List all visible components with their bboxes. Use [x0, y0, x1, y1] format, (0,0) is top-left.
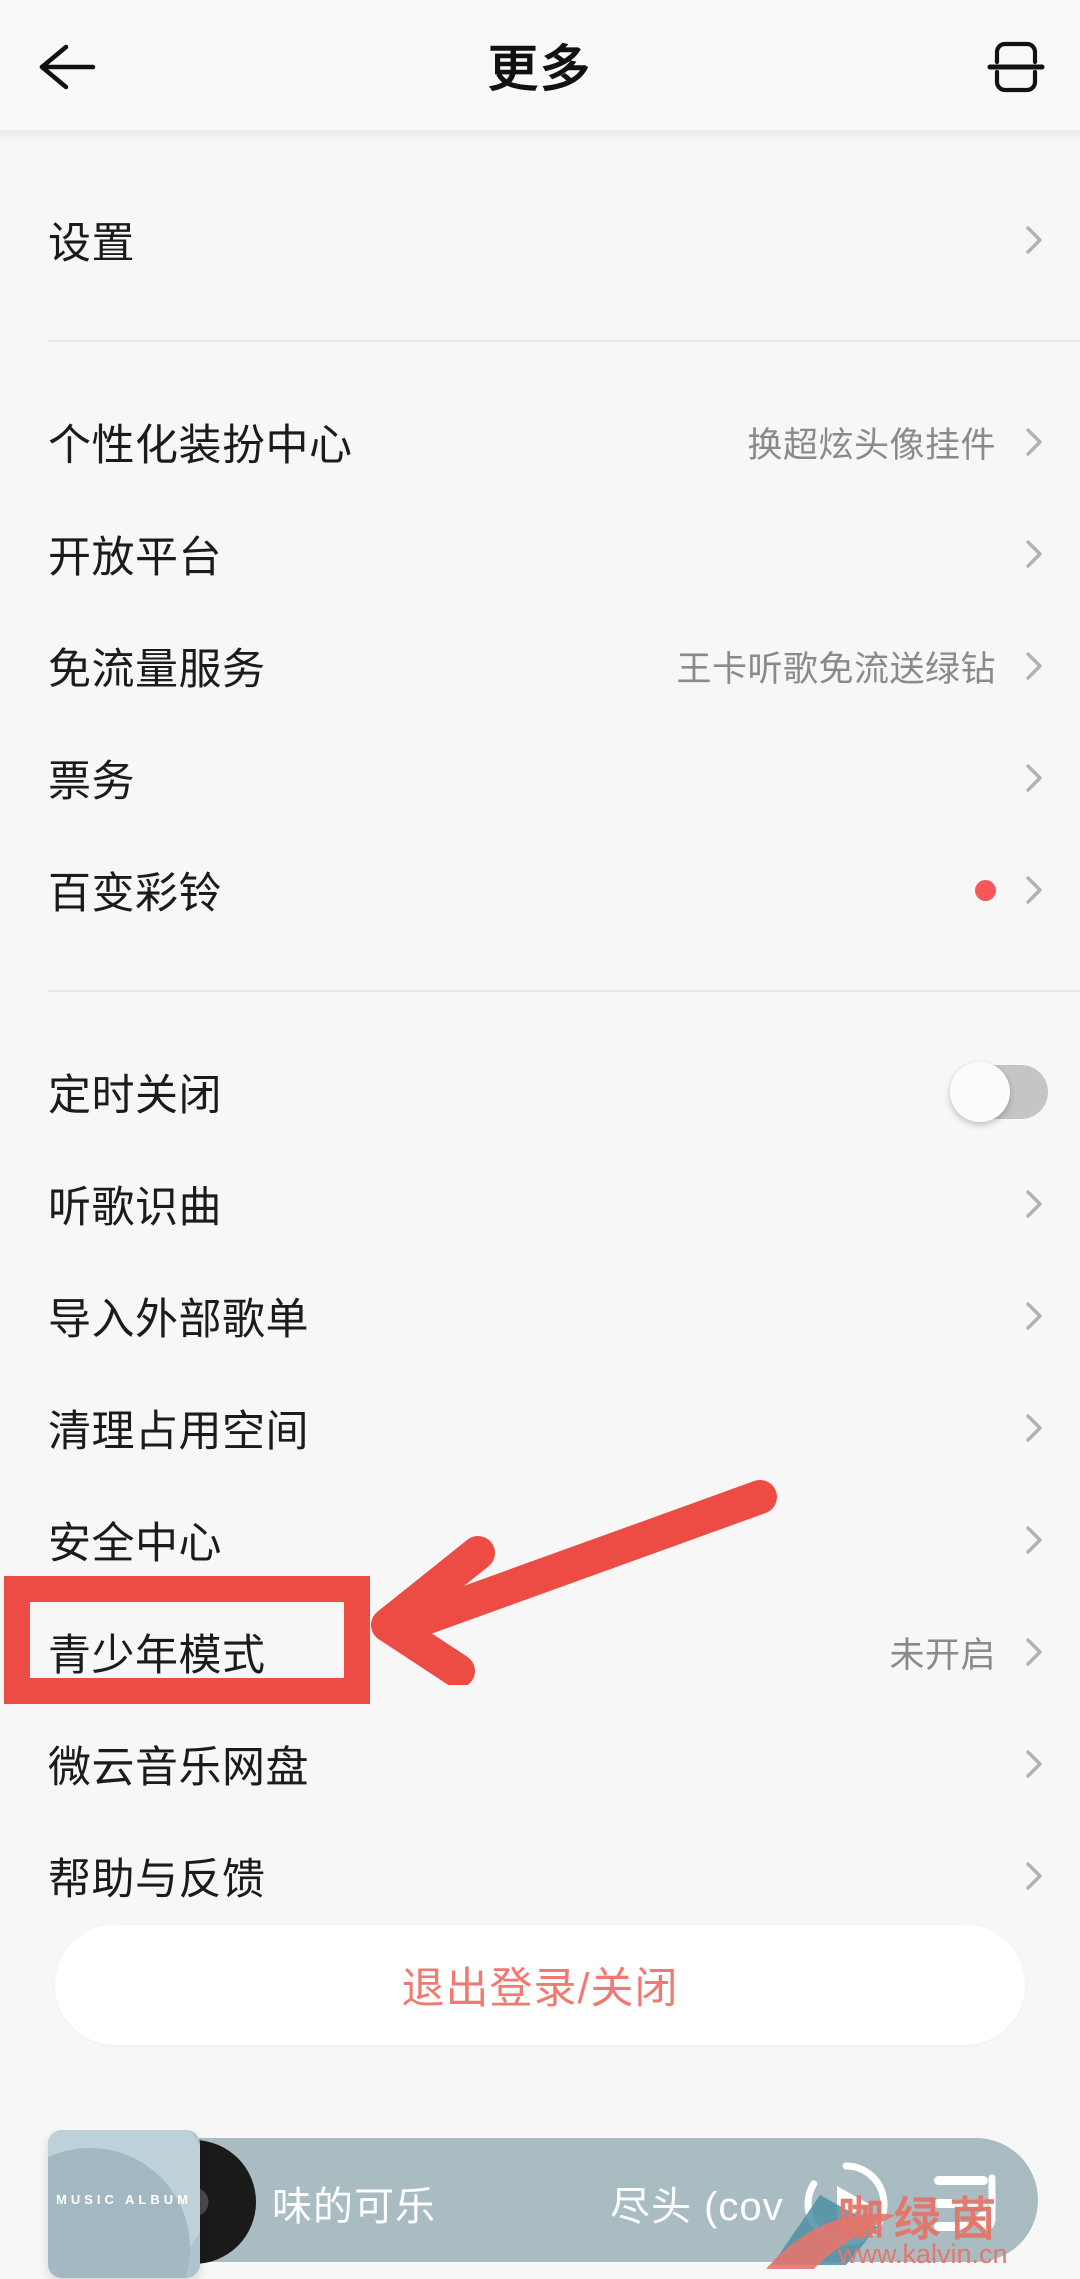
row-accessory [1014, 220, 1054, 260]
group-spacer-3 [0, 946, 1080, 990]
sidebar-item-open-platform[interactable]: 开放平台 [0, 498, 1080, 610]
sidebar-item-ticketing[interactable]: 票务 [0, 722, 1080, 834]
chevron-right-icon [1026, 1750, 1042, 1778]
unread-badge-dot [975, 879, 996, 901]
app-header: 更多 [0, 0, 1080, 130]
row-accessory: 王卡听歌免流送绿钻 [676, 641, 1054, 692]
toggle-knob [950, 1062, 1010, 1122]
row-value: 换超炫头像挂件 [747, 425, 996, 465]
logout-button[interactable]: 退出登录/关闭 [55, 1925, 1025, 2045]
chevron-right-icon [1026, 1526, 1042, 1554]
mini-player-bar [118, 2138, 1038, 2262]
row-label: 清理占用空间 [48, 1408, 309, 1456]
music-note-head [975, 2211, 995, 2231]
settings-list: 设置 个性化装扮中心 换超炫头像挂件 开放平台 免流量服务 王卡听歌免流送绿钻 [0, 140, 1080, 1932]
list-top-spacer [0, 140, 1080, 184]
row-label: 票务 [48, 758, 135, 806]
chevron-right-icon [1026, 540, 1042, 568]
page-title: 更多 [488, 41, 592, 97]
sidebar-item-personalization-center[interactable]: 个性化装扮中心 换超炫头像挂件 [0, 386, 1080, 498]
row-label: 免流量服务 [48, 646, 266, 694]
row-accessory [975, 870, 1054, 910]
row-accessory [1014, 534, 1054, 574]
row-label: 定时关闭 [48, 1072, 222, 1120]
row-label: 导入外部歌单 [48, 1296, 309, 1344]
sidebar-item-settings[interactable]: 设置 [0, 184, 1080, 296]
sidebar-item-free-data-service[interactable]: 免流量服务 王卡听歌免流送绿钻 [0, 610, 1080, 722]
album-art[interactable]: MUSIC ALBUM [48, 2130, 200, 2278]
chevron-right-icon [1026, 1862, 1042, 1890]
chevron-right-icon [1026, 1638, 1042, 1666]
row-label: 帮助与反馈 [48, 1856, 266, 1904]
logout-label: 退出登录/关闭 [401, 1965, 679, 2013]
header-shadow [0, 130, 1080, 140]
now-playing-title: 味的可乐 [272, 2185, 436, 2229]
row-accessory [1014, 1744, 1054, 1784]
sidebar-item-security-center[interactable]: 安全中心 [0, 1484, 1080, 1596]
play-icon [837, 2186, 869, 2222]
sidebar-item-help-feedback[interactable]: 帮助与反馈 [0, 1820, 1080, 1932]
chevron-right-icon [1026, 428, 1042, 456]
row-accessory [1014, 1520, 1054, 1560]
row-value: 王卡听歌免流送绿钻 [676, 649, 996, 689]
sidebar-item-teen-mode[interactable]: 青少年模式 未开启 [0, 1596, 1080, 1708]
sidebar-item-sleep-timer[interactable]: 定时关闭 [0, 1036, 1080, 1148]
sidebar-item-ringtone[interactable]: 百变彩铃 [0, 834, 1080, 946]
chevron-right-icon [1026, 876, 1042, 904]
row-label: 青少年模式 [48, 1632, 266, 1680]
row-label: 设置 [48, 220, 135, 268]
playlist-line-3 [934, 2222, 970, 2231]
row-label: 个性化装扮中心 [48, 422, 353, 470]
row-accessory [1014, 1184, 1054, 1224]
chevron-right-icon [1026, 652, 1042, 680]
row-label: 听歌识曲 [48, 1184, 222, 1232]
sidebar-item-weiyun-music-drive[interactable]: 微云音乐网盘 [0, 1708, 1080, 1820]
row-accessory [950, 1062, 1054, 1122]
more-settings-screen: 更多 设置 个性化装扮中心 换超炫头像挂件 开放平台 免流量服务 王卡听歌免流送… [0, 0, 1080, 2279]
row-label: 微云音乐网盘 [48, 1744, 309, 1792]
row-accessory [1014, 1856, 1054, 1896]
teen-mode-status: 未开启 [889, 1635, 996, 1675]
row-accessory [1014, 1408, 1054, 1448]
group-spacer-4 [0, 992, 1080, 1036]
row-accessory: 未开启 [889, 1627, 1054, 1678]
playlist-line-2 [934, 2199, 988, 2208]
scan-code-button[interactable] [974, 28, 1058, 106]
mini-player[interactable]: MUSIC ALBUM 味的可乐 尽头 (cov [0, 2130, 1080, 2279]
row-label: 安全中心 [48, 1520, 222, 1568]
row-accessory [1014, 1296, 1054, 1336]
sidebar-item-song-recognition[interactable]: 听歌识曲 [0, 1148, 1080, 1260]
row-label: 开放平台 [48, 534, 222, 582]
group-spacer-2 [0, 342, 1080, 386]
sleep-timer-toggle[interactable] [950, 1062, 1048, 1122]
play-button[interactable] [800, 2158, 892, 2250]
playlist-line-1 [934, 2176, 988, 2185]
chevron-right-icon [1026, 1414, 1042, 1442]
scan-code-icon [987, 41, 1045, 93]
chevron-right-icon [1026, 226, 1042, 254]
now-playing-subtitle: 尽头 (cov [610, 2185, 784, 2229]
row-accessory [1014, 758, 1054, 798]
group-spacer-1 [0, 296, 1080, 340]
sidebar-item-clear-storage[interactable]: 清理占用空间 [0, 1372, 1080, 1484]
row-accessory: 换超炫头像挂件 [747, 417, 1054, 468]
chevron-right-icon [1026, 764, 1042, 792]
playlist-button[interactable] [930, 2168, 1006, 2240]
chevron-right-icon [1026, 1190, 1042, 1218]
sidebar-item-import-playlist[interactable]: 导入外部歌单 [0, 1260, 1080, 1372]
album-art-caption: MUSIC ALBUM [56, 2192, 192, 2207]
row-label: 百变彩铃 [48, 870, 222, 918]
logout-section: 退出登录/关闭 [0, 1925, 1080, 2045]
chevron-right-icon [1026, 1302, 1042, 1330]
